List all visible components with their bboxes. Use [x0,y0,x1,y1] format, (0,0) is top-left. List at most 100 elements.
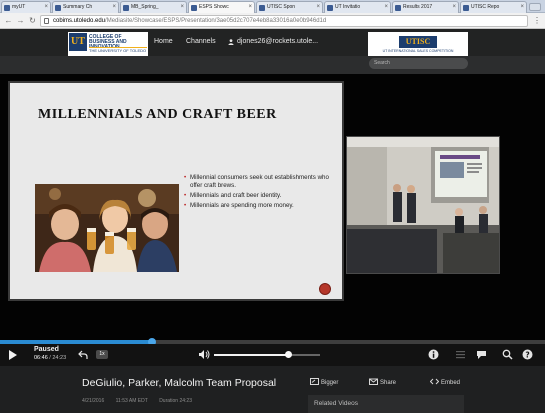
video-time: 11:53 AM EDT [115,398,148,404]
tab-favicon-icon [327,5,333,11]
chat-icon[interactable] [476,349,487,360]
volume-slider[interactable] [214,351,320,358]
video-title: DeGiulio, Parker, Malcolm Team Proposal [82,377,277,389]
tab-esps-showcase[interactable]: ESPS Showc × [188,1,255,13]
friends-toasting-photo [35,184,179,272]
tab-label: myUT [12,4,26,10]
nav-home[interactable]: Home [154,38,173,45]
slide-bullet-text: Millennials and craft beer identity. [190,192,282,199]
share-label: Share [380,380,397,386]
tab-favicon-icon [55,5,61,11]
url-field[interactable]: cobims.utoledo.edu/Mediasite/Showcase/ES… [40,15,528,27]
tab-label: UTISC Repo [471,4,500,10]
help-icon[interactable]: ? [522,349,533,360]
playback-time: 06:46 / 24:23 [34,355,67,361]
slide-bullet-text: Millennial consumers seek out establishm… [190,174,329,189]
url-path: /Mediasite/Showcase/ESPS/Presentation/3a… [105,18,327,24]
skip-back-icon[interactable] [78,350,88,360]
svg-text:?: ? [525,350,529,359]
tab-favicon-icon [463,5,469,11]
volume-level [214,354,289,356]
tab-favicon-icon [259,5,265,11]
slide-photo [35,184,179,272]
new-tab-button[interactable] [529,3,541,11]
tab-label: Results 2017 [403,4,433,10]
back-arrow-icon[interactable]: ← [3,15,14,26]
video-date: 4/21/2016 [82,398,105,404]
nav-channels[interactable]: Channels [186,38,216,45]
playback-speed-button[interactable]: 1x [96,350,108,359]
ut-logo-mark: UT [69,33,87,51]
code-icon [430,378,439,385]
user-menu[interactable]: djones26@rockets.utole... [237,38,318,45]
embed-label: Embed [441,380,461,386]
presenter-video-frame [347,137,499,273]
video-meta: 4/21/2016 11:53 AM EDT Duration 24:23 [82,398,202,404]
close-icon[interactable]: × [248,2,252,13]
player-controls: Paused 06:46 / 24:23 1x ? [0,344,545,366]
college-logo[interactable]: UT COLLEGE OF BUSINESS AND INNOVATION TH… [68,32,148,56]
tab-favicon-icon [123,5,129,11]
close-icon[interactable]: × [452,2,456,13]
close-icon[interactable]: × [316,2,320,13]
tab-label: UT Invitatio [335,4,361,10]
bigger-button[interactable]: Bigger [310,378,338,386]
close-icon[interactable]: × [112,2,116,13]
close-icon[interactable]: × [520,2,524,13]
close-icon[interactable]: × [384,2,388,13]
share-icon [369,378,378,385]
volume-handle[interactable] [284,351,292,358]
tab-results-2017[interactable]: Results 2017 × [392,1,459,13]
slide-bullet: • Millennials and craft beer identity. [184,192,282,199]
user-icon [228,39,234,45]
embed-button[interactable]: Embed [430,378,460,386]
lock-icon [44,18,49,24]
bigger-label: Bigger [321,380,339,386]
info-icon[interactable] [428,349,439,360]
playback-status: Paused [34,346,59,353]
browser-tab-strip: myUT × Summary Ch × MB_Spring_ × ESPS Showc… [0,0,545,13]
tab-utisc-report[interactable]: UTISC Repo × [460,1,527,13]
volume-icon[interactable] [198,349,210,360]
url-host: cobims.utoledo.edu [53,18,106,24]
forward-arrow-icon[interactable]: → [15,15,26,26]
close-icon[interactable]: × [44,2,48,13]
tab-favicon-icon [4,5,10,11]
screen: myUT × Summary Ch × MB_Spring_ × ESPS Showc… [0,0,545,413]
presenter-video[interactable] [346,136,500,274]
tab-label: MB_Spring_ [131,4,159,10]
slide-bullet: • Millennials are spending more money. [184,202,294,209]
university-logo-text: THE UNIVERSITY OF TOLEDO [89,47,147,53]
play-icon[interactable] [8,349,18,361]
menu-list-icon[interactable] [455,349,466,360]
tab-utisc-spon[interactable]: UTISC Spon × [256,1,323,13]
tab-label: ESPS Showc [199,4,229,10]
search-icon[interactable] [502,349,513,360]
address-bar-row: ← → ↻ cobims.utoledo.edu/Mediasite/Showc… [0,13,545,29]
close-icon[interactable]: × [180,2,184,13]
slide-logo-icon [319,283,331,295]
tab-ut-invitation[interactable]: UT Invitatio × [324,1,391,13]
tab-summary[interactable]: Summary Ch × [52,1,119,13]
tab-favicon-icon [191,5,197,11]
tab-mb-spring[interactable]: MB_Spring_ × [120,1,187,13]
video-duration: Duration 24:23 [159,398,192,404]
browser-menu-icon[interactable]: ⋮ [532,15,542,27]
utisc-logo-subtitle: UT INTERNATIONAL SALES COMPETITION [382,49,454,53]
tab-myut[interactable]: myUT × [1,1,51,13]
related-videos-tab[interactable]: Related Videos [308,395,464,413]
slide-bullet: • Millennial consumers seek out establish… [184,174,329,189]
reload-icon[interactable]: ↻ [27,15,38,26]
tab-label: Summary Ch [63,4,93,10]
tab-label: UTISC Spon [267,4,296,10]
slide-bullet-text: Millennials are spending more money. [190,202,294,209]
tab-favicon-icon [395,5,401,11]
expand-icon [310,378,319,385]
slide-panel[interactable]: Millennials and Craft Beer [8,81,344,301]
slide-bullets: • Millennial consumers seek out establish… [184,174,334,212]
share-button[interactable]: Share [369,378,396,386]
slide-title: Millennials and Craft Beer [38,107,277,122]
search-input[interactable]: Search [369,58,468,69]
total-duration: 24:23 [52,355,67,361]
utisc-logo-mark: UTISC [399,36,437,48]
